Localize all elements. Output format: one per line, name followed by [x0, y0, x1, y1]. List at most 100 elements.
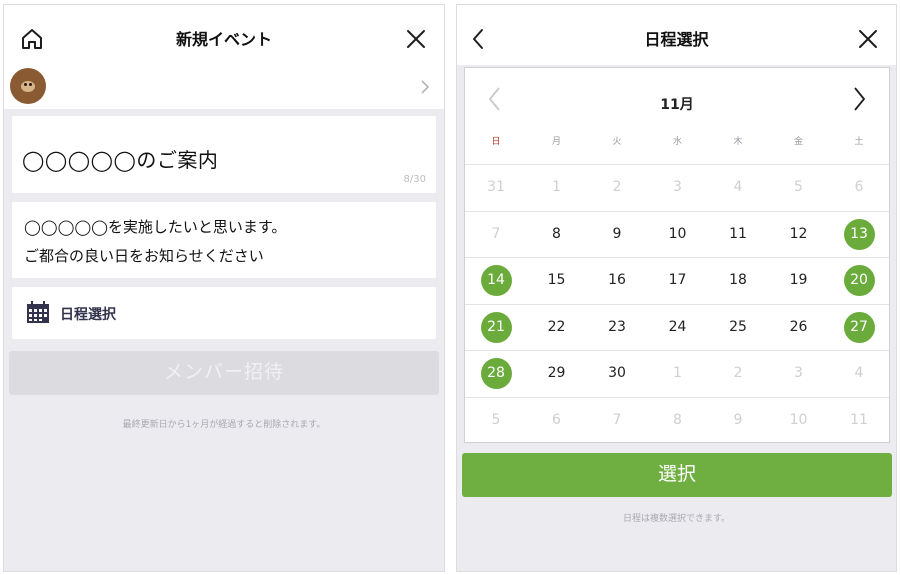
event-title-field[interactable]: ◯◯◯◯◯のご案内 8/30 [12, 116, 436, 193]
close-icon[interactable] [856, 27, 880, 51]
day-number: 31 [487, 179, 505, 195]
calendar-day[interactable]: 11 [708, 211, 768, 257]
group-selector[interactable] [4, 65, 444, 109]
calendar-day[interactable]: 19 [769, 257, 829, 303]
day-number: 14 [487, 272, 505, 288]
calendar-day: 5 [769, 164, 829, 210]
description-line-2: ご都合の良い日をお知らせください [24, 247, 264, 265]
calendar: 11月 日月火水木金土 31 1 2 3 4 5 6 7 8 9 10 11 12 13 14 15 16 17 18… [464, 67, 890, 443]
day-number: 10 [789, 411, 808, 428]
select-button[interactable]: 選択 [462, 453, 892, 497]
calendar-day[interactable]: 24 [648, 304, 708, 350]
calendar-day: 6 [527, 397, 587, 443]
calendar-day: 8 [648, 397, 708, 443]
description-line-1: ◯◯◯◯◯を実施したいと思います。 [24, 218, 287, 236]
day-number: 6 [854, 179, 864, 195]
date-select-screen: 日程選択 11月 日月火水木金土 31 1 2 3 4 5 6 7 8 9 10 11 12 13 14 15 1… [456, 4, 897, 572]
day-number: 18 [729, 272, 747, 288]
calendar-day[interactable]: 26 [769, 304, 829, 350]
invite-members-button[interactable]: メンバー招待 [9, 351, 439, 395]
day-number: 11 [729, 225, 747, 242]
day-number: 23 [608, 318, 626, 335]
day-number: 12 [789, 225, 808, 242]
weekday-label: 日 [491, 137, 501, 147]
day-number: 25 [729, 318, 747, 335]
calendar-day-selected[interactable]: 20 [829, 257, 889, 303]
day-number: 5 [491, 411, 501, 428]
date-select-row[interactable]: 日程選択 [12, 287, 436, 339]
calendar-day: 4 [708, 164, 768, 210]
calendar-day: 7 [587, 397, 647, 443]
calendar-day: 11 [829, 397, 889, 443]
day-number: 8 [673, 411, 682, 428]
calendar-day-selected[interactable]: 28 [466, 350, 526, 396]
next-month-icon[interactable] [849, 86, 869, 112]
calendar-day-selected[interactable]: 21 [466, 304, 526, 350]
calendar-day[interactable]: 22 [527, 304, 587, 350]
weekday-label: 金 [793, 137, 803, 147]
calendar-day: 6 [829, 164, 889, 210]
calendar-day-selected[interactable]: 14 [466, 257, 526, 303]
multi-select-note: 日程は複数選択できます。 [622, 514, 731, 524]
day-number: 16 [608, 272, 626, 288]
weekday-label: 火 [612, 137, 622, 147]
date-select-label: 日程選択 [60, 307, 116, 323]
calendar-day: 1 [648, 350, 708, 396]
day-number: 19 [789, 272, 808, 288]
day-number: 1 [552, 179, 561, 195]
day-number: 4 [854, 365, 864, 381]
calendar-day-selected[interactable]: 13 [829, 211, 889, 257]
calendar-day: 31 [466, 164, 526, 210]
day-number: 2 [612, 179, 622, 195]
weekday-label: 水 [672, 137, 682, 147]
calendar-day: 3 [648, 164, 708, 210]
calendar-day[interactable]: 18 [708, 257, 768, 303]
calendar-day: 10 [769, 397, 829, 443]
day-number: 10 [668, 225, 687, 242]
day-number: 28 [487, 365, 505, 381]
calendar-day[interactable]: 9 [587, 211, 647, 257]
day-number: 15 [547, 272, 566, 288]
calendar-day[interactable]: 16 [587, 257, 647, 303]
calendar-day: 9 [708, 397, 768, 443]
page-title: 日程選択 [644, 30, 709, 49]
event-description-field[interactable]: ◯◯◯◯◯を実施したいと思います。 ご都合の良い日をお知らせください [12, 202, 436, 278]
day-number: 20 [850, 272, 868, 288]
header: 新規イベント [4, 5, 444, 65]
day-number: 6 [552, 411, 561, 428]
avatar [10, 68, 46, 104]
chevron-right-icon [421, 80, 430, 94]
day-number: 7 [612, 411, 622, 428]
day-number: 13 [850, 225, 868, 242]
day-number: 29 [547, 365, 566, 381]
calendar-day[interactable]: 10 [648, 211, 708, 257]
day-number: 3 [673, 179, 682, 195]
calendar-day[interactable]: 17 [648, 257, 708, 303]
calendar-day[interactable]: 23 [587, 304, 647, 350]
day-number: 17 [668, 272, 687, 288]
calendar-day: 1 [527, 164, 587, 210]
calendar-day[interactable]: 15 [527, 257, 587, 303]
day-number: 11 [850, 411, 868, 428]
day-number: 8 [552, 225, 561, 242]
day-number: 9 [733, 411, 743, 428]
calendar-day[interactable]: 8 [527, 211, 587, 257]
calendar-day: 7 [466, 211, 526, 257]
weekday-label: 土 [854, 137, 864, 147]
character-counter: 8/30 [403, 174, 426, 185]
close-icon[interactable] [404, 27, 428, 51]
calendar-month: 11月 [660, 97, 694, 113]
calendar-day[interactable]: 30 [587, 350, 647, 396]
calendar-icon [27, 301, 49, 323]
day-number: 4 [733, 179, 743, 195]
calendar-day: 4 [829, 350, 889, 396]
calendar-day[interactable]: 25 [708, 304, 768, 350]
calendar-day[interactable]: 12 [769, 211, 829, 257]
calendar-day: 2 [587, 164, 647, 210]
day-number: 21 [487, 318, 505, 335]
day-number: 1 [673, 365, 682, 381]
day-number: 30 [608, 365, 626, 381]
day-number: 9 [612, 225, 622, 242]
calendar-day[interactable]: 29 [527, 350, 587, 396]
calendar-day-selected[interactable]: 27 [829, 304, 889, 350]
